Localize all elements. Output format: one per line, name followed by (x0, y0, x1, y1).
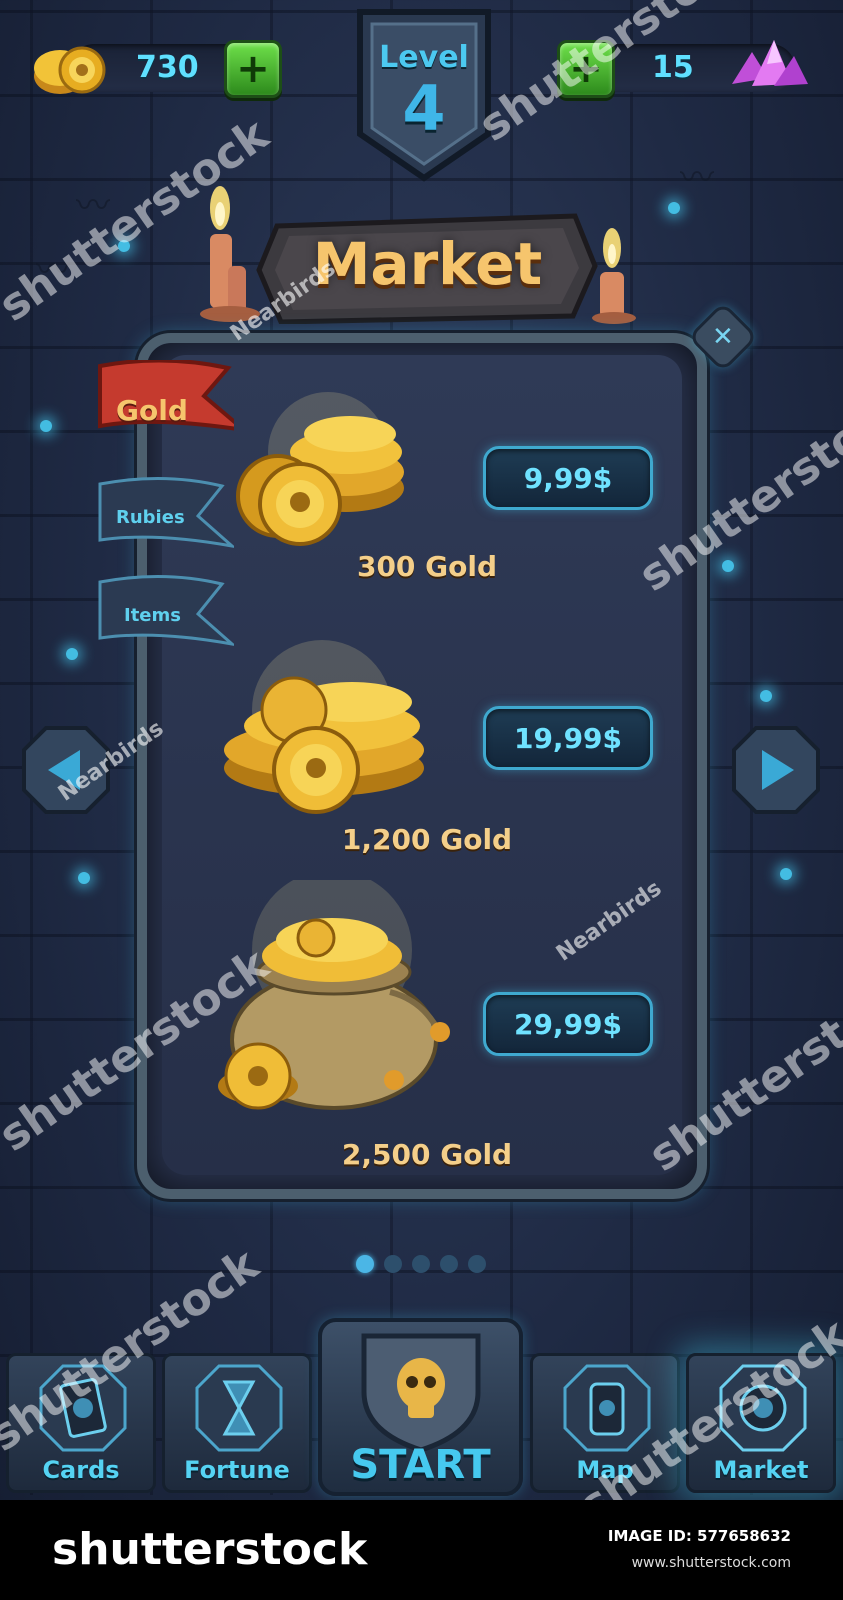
level-label: Level (379, 40, 469, 75)
page-dot[interactable] (440, 1255, 458, 1273)
page-dot[interactable] (356, 1255, 374, 1273)
gold-bag-icon (218, 880, 450, 1110)
nav-market-label: Market (713, 1456, 809, 1484)
gold-coins-icon (34, 46, 106, 94)
offer-3-amount: 2,500 Gold (341, 1138, 513, 1171)
tab-gold-label: Gold (116, 394, 188, 427)
start-button[interactable]: START (318, 1318, 523, 1496)
offer-1-amount: 300 Gold (356, 550, 498, 583)
level-number: 4 (402, 72, 446, 145)
nav-fortune[interactable]: Fortune (162, 1353, 312, 1493)
buy-offer-3-button[interactable]: 29,99$ (483, 992, 653, 1056)
page-dot[interactable] (384, 1255, 402, 1273)
ambient-glow (668, 202, 680, 214)
ambient-glow (722, 560, 734, 572)
footer-logo: shutterstock (52, 1524, 368, 1575)
page-indicator (356, 1255, 486, 1273)
tab-items-label: Items (124, 605, 181, 626)
prev-page-button[interactable] (20, 724, 112, 816)
footer-url: www.shutterstock.com (631, 1555, 791, 1571)
add-gold-button[interactable]: + (224, 40, 282, 98)
gold-coins-icon (224, 640, 424, 814)
nav-cards-label: Cards (42, 1456, 120, 1484)
hourglass-icon (195, 1364, 283, 1452)
page-dot[interactable] (412, 1255, 430, 1273)
offer-2-amount: 1,200 Gold (341, 823, 513, 856)
start-label: START (350, 1442, 491, 1488)
footer-image-id: IMAGE ID: 577658632 (607, 1527, 791, 1545)
bat-decoration: 〰 (36, 250, 70, 290)
market-icon (719, 1364, 807, 1452)
gold-amount: 730 (136, 50, 199, 85)
ambient-glow (66, 648, 78, 660)
ambient-glow (760, 690, 772, 702)
card-icon (39, 1364, 127, 1452)
nav-fortune-label: Fortune (184, 1456, 290, 1484)
map-icon (563, 1364, 651, 1452)
ambient-glow (40, 420, 52, 432)
plus-icon: + (236, 46, 270, 92)
bat-decoration: 〰 (76, 186, 110, 226)
buy-offer-1-button[interactable]: 9,99$ (483, 446, 653, 510)
add-gems-button[interactable]: + (557, 40, 615, 98)
nav-market[interactable]: Market (686, 1353, 836, 1493)
ambient-glow (780, 868, 792, 880)
buy-offer-2-button[interactable]: 19,99$ (483, 706, 653, 770)
skull-shield-icon (361, 1333, 481, 1453)
page-dot[interactable] (468, 1255, 486, 1273)
bat-decoration: 〰 (680, 158, 714, 198)
close-icon: ✕ (712, 321, 734, 352)
ambient-glow (78, 872, 90, 884)
next-page-button[interactable] (730, 724, 822, 816)
plus-icon: + (569, 46, 603, 92)
nav-map[interactable]: Map (530, 1353, 680, 1493)
nav-cards[interactable]: Cards (6, 1353, 156, 1493)
crystal-gem-icon (732, 40, 808, 86)
gems-amount: 15 (652, 50, 694, 85)
nav-map-label: Map (576, 1456, 634, 1484)
gold-coins-icon (236, 392, 404, 546)
ambient-glow (118, 240, 130, 252)
tab-rubies-label: Rubies (116, 507, 185, 528)
market-title: Market (312, 230, 543, 298)
